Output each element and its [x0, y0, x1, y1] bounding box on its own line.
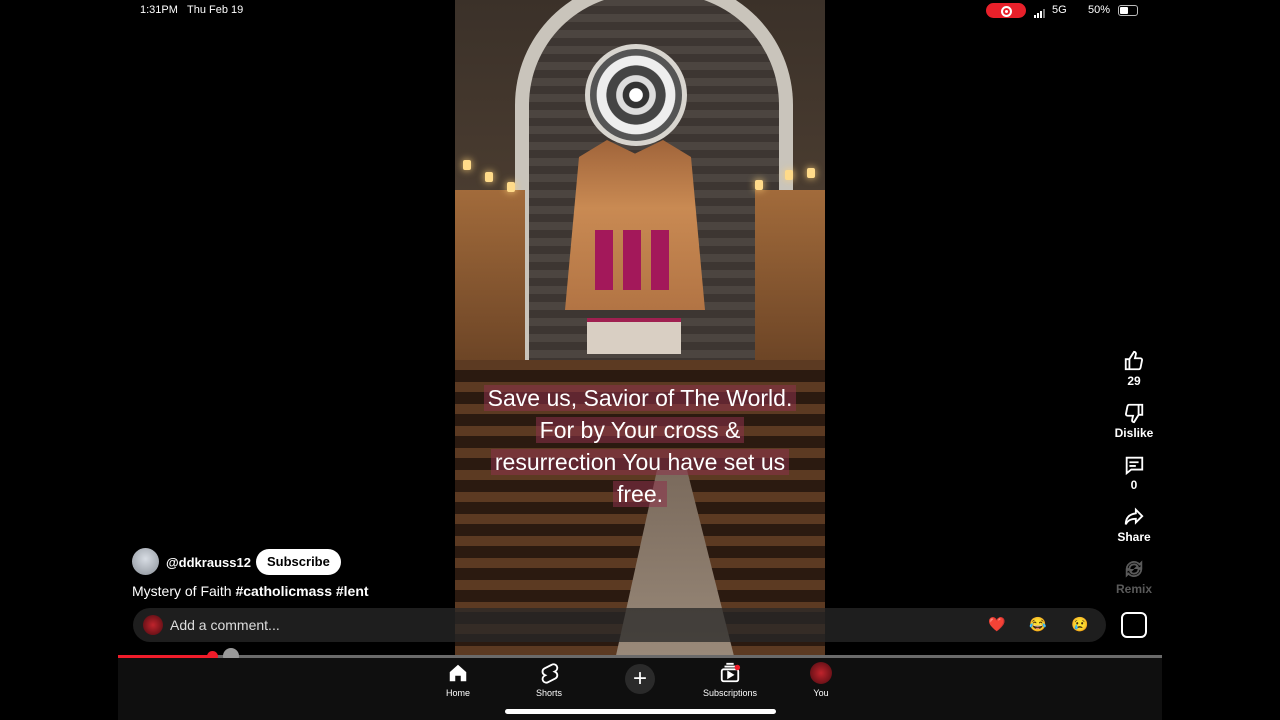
nav-label: Home	[445, 688, 470, 698]
like-count: 29	[1127, 374, 1141, 388]
side-altar-left	[455, 190, 525, 360]
subscriptions-icon	[720, 662, 741, 683]
nav-home[interactable]: Home	[423, 662, 493, 698]
chandelier-light	[485, 172, 493, 182]
thumbs-up-icon	[1124, 350, 1144, 371]
nav-you[interactable]: You	[786, 662, 856, 698]
altar-curtain	[623, 230, 641, 290]
caption-line: Save us, Savior of The World.	[483, 385, 797, 411]
hashtags[interactable]: #catholicmass #lent	[235, 583, 368, 599]
cellular-signal-icon	[1034, 6, 1046, 18]
create-button[interactable]: +	[625, 664, 655, 694]
plus-icon: +	[632, 665, 647, 692]
nav-label: Subscriptions	[702, 688, 758, 698]
shorts-icon	[541, 663, 559, 684]
dislike-label: Dislike	[1114, 426, 1154, 440]
caption-line: free.	[612, 481, 668, 507]
share-icon	[1124, 507, 1144, 525]
heart-emoji-button[interactable]: ❤️	[988, 616, 1005, 633]
comment-count: 0	[1130, 478, 1138, 492]
home-indicator[interactable]	[505, 709, 776, 714]
battery-icon	[1118, 5, 1138, 16]
battery-percent: 50%	[1088, 4, 1111, 16]
remix-button[interactable]: Remix	[1104, 558, 1164, 596]
caption-line: For by Your cross &	[535, 417, 745, 443]
channel-avatar[interactable]	[132, 548, 159, 575]
description-text: Mystery of Faith	[132, 583, 232, 599]
altar-curtain	[651, 230, 669, 290]
laugh-emoji-button[interactable]: 😂	[1029, 616, 1046, 633]
remix-icon	[1125, 560, 1143, 578]
nav-subscriptions[interactable]: Subscriptions	[695, 662, 765, 698]
network-type: 5G	[1052, 4, 1067, 16]
dislike-button[interactable]: Dislike	[1104, 402, 1164, 440]
comment-placeholder[interactable]: Add a comment...	[170, 617, 280, 633]
subscribe-button[interactable]: Subscribe	[256, 549, 341, 575]
nav-label: You	[813, 688, 829, 698]
nav-shorts[interactable]: Shorts	[514, 662, 584, 698]
chandelier-light	[463, 160, 471, 170]
chandelier-light	[507, 182, 515, 192]
sad-emoji-button[interactable]: 😢	[1071, 616, 1088, 633]
altar-curtain	[595, 230, 613, 290]
comment-icon	[1125, 456, 1144, 476]
home-icon	[449, 664, 467, 682]
like-button[interactable]: 29	[1104, 350, 1164, 388]
comments-button[interactable]: 0	[1104, 454, 1164, 492]
chandelier-light	[755, 180, 763, 190]
thumbs-down-icon	[1124, 403, 1144, 424]
sound-thumbnail-icon[interactable]	[1121, 612, 1147, 638]
channel-handle[interactable]: @ddkrauss12	[166, 555, 251, 570]
chandelier-light	[785, 170, 793, 180]
rose-window	[585, 44, 687, 146]
side-altar-right	[755, 190, 825, 360]
caption-line: resurrection You have set us	[490, 449, 790, 475]
video-caption: Save us, Savior of The World. For by You…	[455, 382, 825, 510]
status-time: 1:31PM	[140, 4, 178, 16]
avatar	[810, 662, 832, 684]
status-date: Thu Feb 19	[187, 4, 244, 16]
chandelier-light	[807, 168, 815, 178]
user-avatar	[143, 615, 163, 635]
share-label: Share	[1117, 530, 1151, 544]
screen-recording-icon[interactable]	[986, 3, 1026, 18]
nav-label: Shorts	[535, 688, 562, 698]
comment-box[interactable]: Add a comment... ❤️ 😂 😢	[133, 608, 1106, 642]
share-button[interactable]: Share	[1104, 506, 1164, 544]
altar-table	[587, 318, 681, 354]
remix-label: Remix	[1115, 582, 1153, 596]
video-description[interactable]: Mystery of Faith #catholicmass #lent	[132, 583, 369, 599]
short-video-player[interactable]: Save us, Savior of The World. For by You…	[455, 0, 825, 655]
